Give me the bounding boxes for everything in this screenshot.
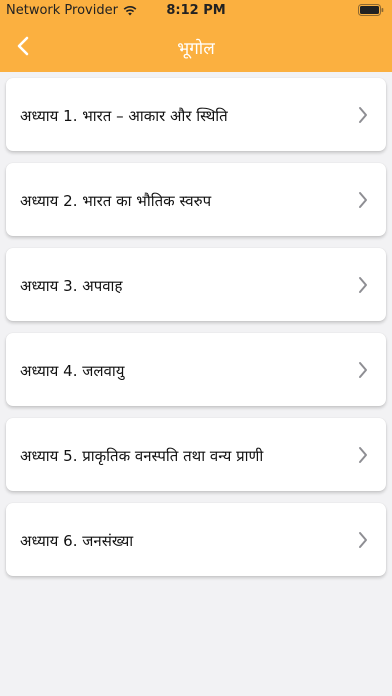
page-title: भूगोल (177, 39, 215, 59)
chevron-right-icon (359, 532, 367, 548)
header: Network Provider 8:12 PM भूगोल (0, 0, 392, 72)
chapter-label: अध्याय 3. अपवाह (20, 277, 123, 295)
chapter-label: अध्याय 6. जनसंख्या (20, 532, 134, 550)
chapter-label: अध्याय 5. प्राकृतिक वनस्पति तथा वन्य प्र… (20, 447, 264, 465)
chevron-right-icon (359, 277, 367, 293)
chapter-item-5[interactable]: अध्याय 5. प्राकृतिक वनस्पति तथा वन्य प्र… (6, 418, 386, 491)
chapter-item-2[interactable]: अध्याय 2. भारत का भौतिक स्वरुप (6, 163, 386, 236)
chapter-item-3[interactable]: अध्याय 3. अपवाह (6, 248, 386, 321)
chapter-item-4[interactable]: अध्याय 4. जलवायु (6, 333, 386, 406)
chapter-label: अध्याय 4. जलवायु (20, 362, 125, 380)
status-bar: Network Provider 8:12 PM (0, 0, 392, 22)
battery-icon (358, 4, 384, 16)
status-time: 8:12 PM (166, 3, 226, 18)
chapter-label: अध्याय 2. भारत का भौतिक स्वरुप (20, 192, 212, 210)
chapter-item-1[interactable]: अध्याय 1. भारत – आकार और स्थिति (6, 78, 386, 151)
navigation-bar: भूगोल (0, 22, 392, 72)
chevron-right-icon (359, 107, 367, 123)
chevron-right-icon (359, 362, 367, 378)
chapter-item-6[interactable]: अध्याय 6. जनसंख्या (6, 503, 386, 576)
chevron-right-icon (359, 192, 367, 208)
chapter-label: अध्याय 1. भारत – आकार और स्थिति (20, 107, 228, 125)
chevron-right-icon (359, 447, 367, 463)
